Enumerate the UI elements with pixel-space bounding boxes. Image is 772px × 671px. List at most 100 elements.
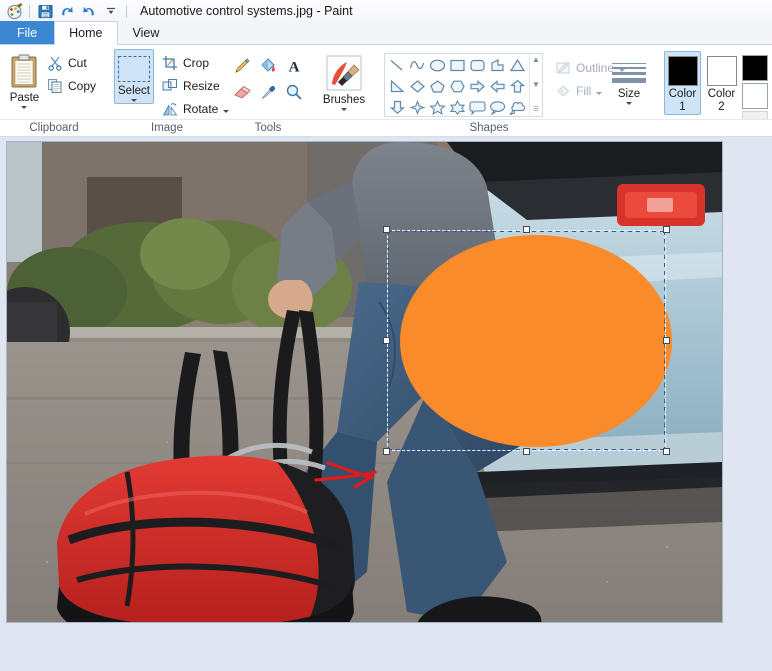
clipboard-group-label: Clipboard	[0, 119, 108, 136]
ribbon-group-size: Size	[600, 45, 658, 136]
copy-label: Copy	[67, 78, 96, 93]
brushes-group-label	[310, 119, 378, 136]
selection-handle-top-right[interactable]	[663, 226, 670, 233]
rotate-icon	[162, 102, 178, 115]
size-dropdown-caret[interactable]	[626, 102, 632, 105]
shapes-gallery: ▲ ▼ ☰	[384, 53, 543, 117]
four-point-star-shape[interactable]	[407, 97, 427, 118]
size-button[interactable]: Size	[606, 57, 652, 105]
quick-access-toolbar	[4, 2, 130, 20]
paste-dropdown-caret[interactable]	[21, 106, 28, 109]
ribbon-group-image: Select Crop Resize Rotate Image	[108, 45, 230, 136]
selection-handle-bottom-middle[interactable]	[522, 448, 530, 455]
shapes-scroll-up-icon[interactable]: ▲	[532, 56, 540, 64]
resize-icon	[162, 78, 177, 90]
brushes-dropdown-caret[interactable]	[341, 108, 347, 111]
color-picker-icon[interactable]	[255, 79, 281, 105]
dashed-rectangle-icon	[117, 55, 151, 83]
selection-handle-bottom-right[interactable]	[663, 448, 670, 455]
paintbrush-icon	[326, 55, 362, 91]
five-point-star-shape[interactable]	[427, 97, 447, 118]
tab-file[interactable]: File	[0, 21, 55, 44]
text-icon[interactable]: A	[281, 53, 307, 79]
ribbon-group-clipboard: Paste Cut Copy Clipboard	[0, 45, 108, 136]
selection-handle-top-left[interactable]	[383, 226, 390, 233]
selection-marquee[interactable]	[383, 226, 672, 455]
hexagon-shape[interactable]	[447, 76, 467, 97]
rotate-button[interactable]: Rotate	[158, 98, 235, 119]
chevron-down-icon[interactable]	[101, 2, 121, 20]
line-shape[interactable]	[387, 55, 407, 76]
down-arrow-shape[interactable]	[387, 97, 407, 118]
fill-label: Fill	[576, 83, 592, 98]
color-2-button[interactable]: Color 2	[703, 51, 740, 115]
save-icon[interactable]	[35, 2, 55, 20]
left-arrow-shape[interactable]	[487, 76, 507, 97]
color-1-swatch	[667, 56, 698, 86]
palette-swatch-empty[interactable]	[742, 111, 768, 119]
curve-shape[interactable]	[407, 55, 427, 76]
copy-icon	[48, 78, 62, 93]
shapes-group-label: Shapes	[378, 119, 600, 136]
rectangle-shape[interactable]	[447, 55, 467, 76]
color-1-button[interactable]: Color 1	[664, 51, 701, 115]
fill-bucket-icon	[556, 84, 570, 97]
shapes-grid	[385, 54, 529, 116]
selection-handle-bottom-left[interactable]	[383, 448, 390, 455]
ribbon-group-colors: Color 1 Color 2	[658, 45, 772, 136]
eraser-icon[interactable]	[229, 79, 255, 105]
up-arrow-shape[interactable]	[507, 76, 527, 97]
selection-handle-top-middle[interactable]	[522, 226, 530, 233]
redo-icon[interactable]	[79, 2, 99, 20]
fill-with-color-icon[interactable]	[255, 53, 281, 79]
six-point-star-shape[interactable]	[447, 97, 467, 118]
paste-button[interactable]: Paste	[6, 49, 43, 110]
paint-app-icon[interactable]	[4, 2, 24, 20]
window-title: Automotive control systems.jpg - Paint	[140, 4, 353, 18]
triangle-shape[interactable]	[507, 55, 527, 76]
colors-group-label	[658, 119, 772, 136]
resize-button[interactable]: Resize	[158, 75, 235, 96]
right-triangle-shape[interactable]	[387, 76, 407, 97]
brushes-button[interactable]: Brushes	[316, 49, 372, 112]
rounded-rectangle-shape[interactable]	[467, 55, 487, 76]
diamond-shape[interactable]	[407, 76, 427, 97]
undo-icon[interactable]	[57, 2, 77, 20]
shapes-scroll-down-icon[interactable]: ▼	[532, 81, 540, 89]
pencil-icon[interactable]	[229, 53, 255, 79]
select-button[interactable]: Select	[114, 49, 154, 104]
magnifier-icon[interactable]	[281, 79, 307, 105]
crop-button[interactable]: Crop	[158, 52, 235, 73]
crop-label: Crop	[183, 55, 210, 70]
oval-shape[interactable]	[427, 55, 447, 76]
rotate-label: Rotate	[183, 101, 219, 116]
image-small-buttons: Crop Resize Rotate	[158, 49, 235, 119]
palette-swatch-black[interactable]	[742, 55, 768, 81]
cut-button[interactable]: Cut	[43, 52, 102, 73]
oval-callout-shape[interactable]	[487, 97, 507, 118]
color-palette	[742, 51, 768, 119]
scissors-icon	[48, 56, 62, 71]
tab-view[interactable]: View	[118, 21, 175, 44]
pentagon-shape[interactable]	[427, 76, 447, 97]
svg-text:A: A	[289, 60, 300, 76]
size-group-label	[600, 119, 658, 136]
selection-handle-middle-right[interactable]	[663, 336, 670, 344]
ribbon-tab-bar: File Home View	[0, 21, 772, 45]
palette-swatch-white[interactable]	[742, 83, 768, 109]
copy-button[interactable]: Copy	[43, 75, 102, 96]
rounded-rectangular-callout-shape[interactable]	[467, 97, 487, 118]
right-arrow-shape[interactable]	[467, 76, 487, 97]
resize-label: Resize	[183, 78, 220, 93]
select-dropdown-caret[interactable]	[131, 99, 137, 102]
shapes-scrollbar[interactable]: ▲ ▼ ☰	[529, 54, 542, 116]
tab-home[interactable]: Home	[54, 21, 118, 45]
color-2-label: Color 2	[707, 88, 736, 113]
color-2-swatch	[706, 56, 737, 86]
polygon-shape[interactable]	[487, 55, 507, 76]
image-canvas[interactable]	[7, 142, 722, 622]
cloud-callout-shape[interactable]	[507, 97, 527, 118]
selection-handle-middle-left[interactable]	[383, 336, 390, 344]
image-group-label: Image	[108, 119, 226, 136]
shapes-expand-icon[interactable]: ☰	[533, 106, 539, 114]
